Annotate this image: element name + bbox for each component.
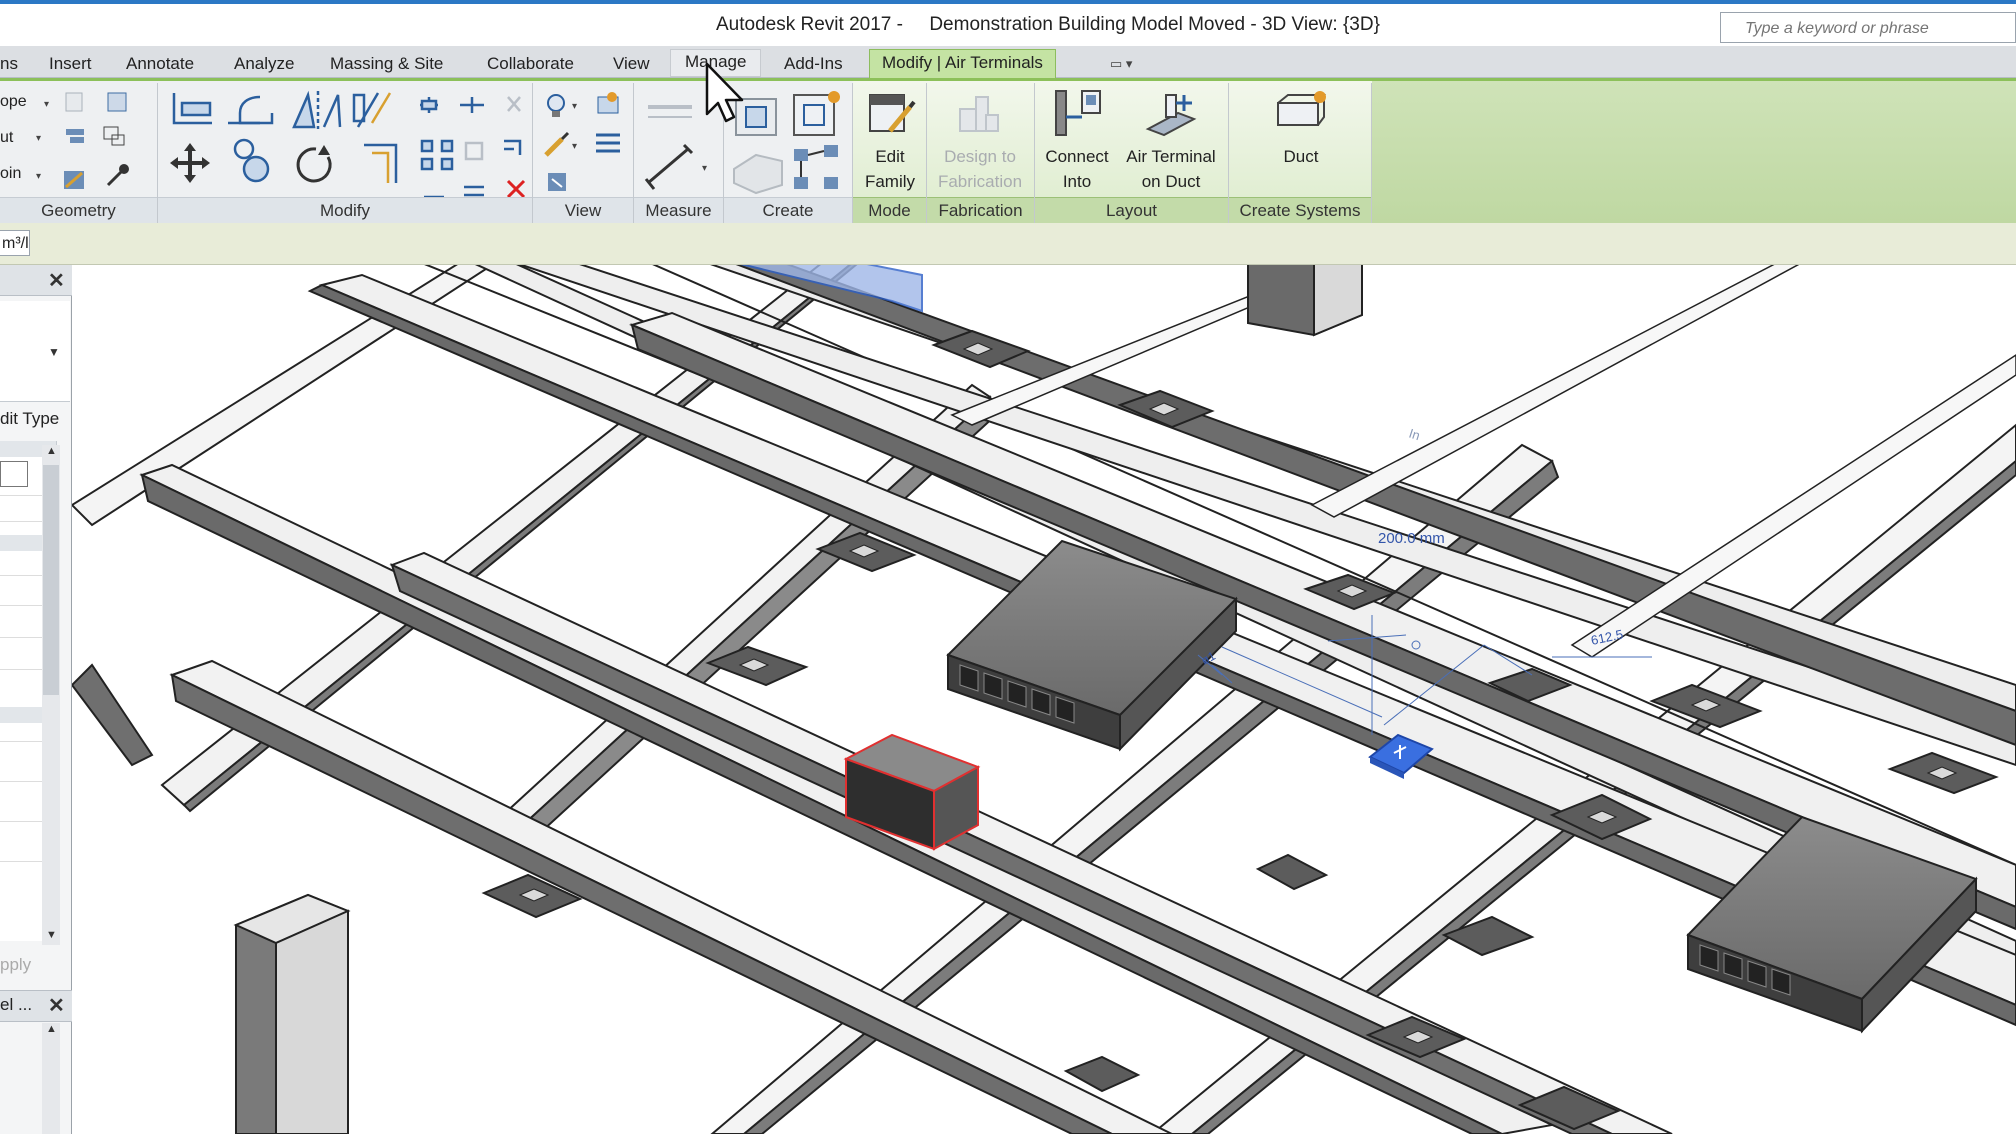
scroll-down-icon[interactable]: ▼ bbox=[46, 929, 57, 941]
design-to-fabrication-button[interactable]: Design to Fabrication bbox=[930, 144, 1030, 194]
options-bar: m³/l bbox=[0, 223, 2016, 265]
infocenter-search[interactable] bbox=[1720, 12, 2016, 44]
cut-geometry-label[interactable]: ut bbox=[0, 129, 13, 147]
air-terminal-on-duct-icon[interactable] bbox=[1144, 89, 1198, 139]
panel-mode-label: Mode bbox=[853, 197, 926, 224]
view-switch-icon[interactable]: ▭ ▾ bbox=[1110, 56, 1132, 72]
tab-analyze[interactable]: Analyze bbox=[234, 50, 294, 77]
properties-value-field[interactable] bbox=[0, 461, 28, 487]
panel-layout-label: Layout bbox=[1035, 197, 1228, 224]
svg-text:▾: ▾ bbox=[572, 101, 577, 112]
panel-modify-label: Modify bbox=[158, 197, 532, 224]
close-properties-icon[interactable]: ✕ bbox=[48, 268, 65, 293]
panel-measure-label: Measure bbox=[634, 197, 723, 224]
project-browser-scrollbar[interactable]: ▲ bbox=[42, 1023, 60, 1134]
tab-collaborate[interactable]: Collaborate bbox=[487, 50, 574, 77]
svg-text:▾: ▾ bbox=[44, 99, 49, 110]
search-input[interactable] bbox=[1743, 13, 2016, 44]
title-bar: Autodesk Revit 2017 - Demonstration Buil… bbox=[0, 0, 2016, 46]
edit-family-icon[interactable] bbox=[866, 87, 916, 137]
modify-tools-icon[interactable] bbox=[168, 87, 528, 197]
close-project-browser-icon[interactable]: ✕ bbox=[48, 993, 65, 1018]
connect-into-button[interactable]: Connect Into bbox=[1036, 144, 1118, 194]
project-browser-title: el ... bbox=[0, 995, 33, 1014]
view-tools-icon[interactable]: ▾ ▾ bbox=[542, 89, 626, 197]
tab-systems[interactable]: ns bbox=[0, 50, 18, 77]
properties-scroll-thumb[interactable] bbox=[43, 465, 59, 695]
panel-geometry-label: Geometry bbox=[0, 197, 157, 224]
svg-text:▾: ▾ bbox=[36, 133, 41, 144]
duct-icon[interactable] bbox=[1274, 89, 1328, 139]
tab-insert[interactable]: Insert bbox=[49, 50, 92, 77]
apply-button[interactable]: pply bbox=[0, 955, 31, 975]
svg-text:▾: ▾ bbox=[572, 141, 577, 152]
mouse-cursor-icon bbox=[705, 62, 744, 123]
ribbon-tab-bar: ns Insert Annotate Analyze Massing & Sit… bbox=[0, 46, 2016, 78]
panel-fabrication-label: Fabrication bbox=[927, 197, 1034, 224]
edit-family-button[interactable]: Edit Family bbox=[858, 144, 922, 194]
3d-view-canvas[interactable]: 200.0 mm 612.5 In ø1 bbox=[72, 265, 2016, 1134]
panel-create-label: Create bbox=[724, 197, 852, 224]
tab-add-ins[interactable]: Add-Ins bbox=[784, 50, 843, 77]
tab-modify-air-terminals[interactable]: Modify | Air Terminals bbox=[869, 49, 1056, 78]
svg-text:▾: ▾ bbox=[36, 171, 41, 182]
scroll-up-icon[interactable]: ▲ bbox=[46, 445, 57, 457]
panel-separator bbox=[1371, 83, 1372, 223]
3d-model-drawing[interactable]: 200.0 mm 612.5 In ø1 bbox=[72, 265, 2016, 1134]
join-geometry-label[interactable]: ope bbox=[0, 93, 27, 111]
join-label[interactable]: oin bbox=[0, 165, 21, 183]
type-selector-dropdown-icon[interactable]: ▼ bbox=[48, 345, 60, 359]
panel-create-systems-label: Create Systems bbox=[1229, 197, 1371, 224]
svg-text:▾: ▾ bbox=[702, 163, 707, 174]
dimension-label[interactable]: 200.0 mm bbox=[1378, 530, 1445, 547]
window-title: Autodesk Revit 2017 - Demonstration Buil… bbox=[716, 14, 1380, 35]
tab-annotate[interactable]: Annotate bbox=[126, 50, 194, 77]
geometry-tools-icon[interactable]: ▾ ▾ ▾ bbox=[36, 89, 156, 197]
tab-massing-site[interactable]: Massing & Site bbox=[330, 50, 443, 77]
panel-view-label: View bbox=[533, 197, 633, 224]
properties-scrollbar[interactable]: ▲ ▼ bbox=[42, 445, 60, 945]
design-to-fabrication-icon[interactable] bbox=[954, 87, 1004, 137]
air-terminal-on-duct-button[interactable]: Air Terminal on Duct bbox=[1118, 144, 1224, 194]
ribbon: ope ut oin ▾ ▾ ▾ ▾ ▾ ▾ Edit Family Desig… bbox=[0, 78, 2016, 224]
revit-window: Autodesk Revit 2017 - Demonstration Buil… bbox=[0, 0, 2016, 1134]
scroll-up-icon[interactable]: ▲ bbox=[46, 1023, 57, 1035]
tab-view[interactable]: View bbox=[613, 50, 650, 77]
duct-button[interactable]: Duct bbox=[1240, 144, 1362, 169]
options-bar-field[interactable]: m³/l bbox=[0, 230, 30, 256]
properties-palette: ✕ ▼ dit Type ▲ ▼ pply el ... ✕ ▲ bbox=[0, 265, 72, 1134]
ribbon-background bbox=[1372, 81, 2016, 223]
edit-type-button[interactable]: dit Type bbox=[0, 409, 59, 429]
connect-into-icon[interactable] bbox=[1052, 87, 1102, 139]
